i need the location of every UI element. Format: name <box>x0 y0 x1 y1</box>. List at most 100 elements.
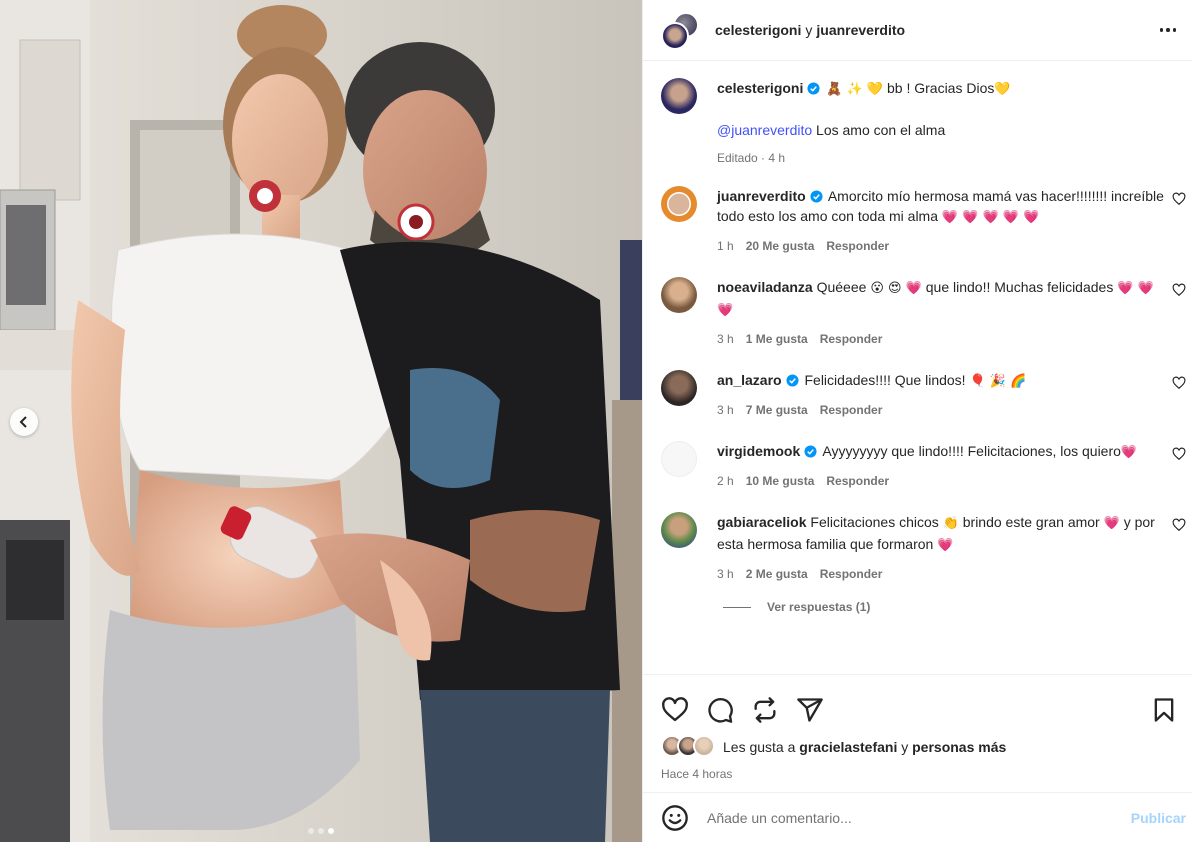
add-comment-bar: Publicar <box>643 792 1192 842</box>
comment-emojis: 💗 <box>1120 445 1138 460</box>
view-replies-button[interactable]: Ver respuestas (1) <box>723 600 1192 614</box>
comment-time[interactable]: 3 h <box>717 566 734 582</box>
caption-username[interactable]: celesterigoni <box>717 80 803 96</box>
share-icon[interactable] <box>796 696 824 724</box>
comment-likes[interactable]: 20 Me gusta <box>746 238 815 254</box>
comment: juanreverdito Amorcito mío hermosa mamá … <box>643 186 1192 254</box>
verified-icon <box>786 374 799 387</box>
carousel-prev-button[interactable] <box>10 408 38 436</box>
likes-summary: Les gusta a gracielastefani y personas m… <box>643 735 1192 759</box>
comment-time[interactable]: 3 h <box>717 402 734 418</box>
avatar[interactable] <box>661 277 697 313</box>
heart-icon[interactable] <box>1172 447 1186 461</box>
publish-button[interactable]: Publicar <box>1131 810 1186 826</box>
reply-button[interactable]: Responder <box>820 566 883 582</box>
carousel-dot-active <box>328 828 334 834</box>
avatar <box>661 22 689 50</box>
comment-time[interactable]: 3 h <box>717 331 734 347</box>
carousel-dot <box>318 828 324 834</box>
more-icon[interactable] <box>1159 28 1176 32</box>
comment-icon[interactable] <box>706 696 734 724</box>
comment: gabiaraceliok Felicitaciones chicos 👏 br… <box>643 512 1192 582</box>
caption-emoji: 💛 <box>994 82 1011 97</box>
caption-edited: Editado · 4 h <box>717 151 786 165</box>
comment-likes[interactable]: 1 Me gusta <box>746 331 808 347</box>
heart-icon[interactable] <box>1172 192 1186 206</box>
comment-time[interactable]: 1 h <box>717 238 734 254</box>
comment-emojis: 💗 💗 💗 💗 💗 <box>941 210 1040 225</box>
comment-emojis: 😮 😍 💗 <box>870 281 922 296</box>
comment-username[interactable]: noeaviladanza <box>717 279 813 295</box>
comment: noeaviladanza Quéeee 😮 😍 💗 que lindo!! M… <box>643 277 1192 347</box>
post-time[interactable]: Hace 4 horas <box>643 759 1192 781</box>
comment: virgidemook Ayyyyyyyy que lindo!!!! Feli… <box>643 441 1192 489</box>
author-conjunction: y <box>805 22 813 38</box>
heart-icon[interactable] <box>1172 376 1186 390</box>
reply-button[interactable]: Responder <box>820 402 883 418</box>
comment-username[interactable]: juanreverdito <box>717 188 806 204</box>
comment-username[interactable]: gabiaraceliok <box>717 514 807 530</box>
post-media <box>0 0 642 842</box>
comment-emojis: 💗 <box>937 538 954 553</box>
avatar <box>693 735 715 757</box>
comment-emojis: 👏 <box>942 516 959 531</box>
avatar[interactable] <box>661 512 697 548</box>
comment-text: Ayyyyyyyy que lindo!!!! Felicitaciones, … <box>822 443 1121 459</box>
comment-text: que lindo!! Muchas felicidades <box>925 279 1114 295</box>
avatar[interactable] <box>661 441 697 477</box>
replies-divider <box>723 606 751 608</box>
caption-text: bb ! Gracias Dios <box>886 80 995 96</box>
comment-username[interactable]: virgidemook <box>717 443 800 459</box>
comment-emojis: 🎈 🎉 🌈 <box>969 374 1027 389</box>
heart-icon[interactable] <box>1172 518 1186 532</box>
verified-icon <box>804 445 817 458</box>
comment-input[interactable] <box>707 809 1131 826</box>
collab-authors: celesterigoni y juanreverdito <box>715 22 905 38</box>
reply-button[interactable]: Responder <box>826 473 889 489</box>
comment-text: Quéeee <box>816 279 867 295</box>
carousel-indicator <box>308 828 334 834</box>
carousel-dot <box>308 828 314 834</box>
post-caption: celesterigoni 🧸 ✨ 💛 bb ! Gracias Dios💛 @… <box>643 78 1192 166</box>
bookmark-icon[interactable] <box>1150 696 1178 724</box>
heart-icon[interactable] <box>1172 283 1186 297</box>
caption-mention[interactable]: @juanreverdito <box>717 122 812 138</box>
reply-button[interactable]: Responder <box>826 238 889 254</box>
repost-icon[interactable] <box>751 696 779 724</box>
view-replies-label: Ver respuestas (1) <box>767 600 871 614</box>
author-link[interactable]: juanreverdito <box>816 22 905 38</box>
post-actions: Les gusta a gracielastefani y personas m… <box>643 674 1192 792</box>
smiley-icon[interactable] <box>661 804 689 832</box>
post-photo <box>0 0 642 842</box>
comment: an_lazaro Felicidades!!!! Que lindos! 🎈 … <box>643 370 1192 418</box>
comment-likes[interactable]: 2 Me gusta <box>746 566 808 582</box>
comment-time[interactable]: 2 h <box>717 473 734 489</box>
comment-likes[interactable]: 10 Me gusta <box>746 473 815 489</box>
comment-text: Felicitaciones chicos <box>810 514 939 530</box>
avatar[interactable] <box>661 78 697 114</box>
avatar[interactable] <box>661 370 697 406</box>
caption-line: Los amo con el alma <box>816 122 946 138</box>
avatar[interactable] <box>661 186 697 222</box>
likes-prefix: Les gusta a <box>723 739 796 755</box>
collab-avatars[interactable] <box>661 12 701 50</box>
others-likes-link[interactable]: personas más <box>912 739 1006 755</box>
comment-emojis: 💗 <box>1103 516 1120 531</box>
post-side-panel: celesterigoni y juanreverdito celesterigon… <box>642 0 1192 842</box>
chevron-left-icon <box>19 416 27 428</box>
reply-button[interactable]: Responder <box>820 331 883 347</box>
post-dialog: celesterigoni y juanreverdito celesterigon… <box>0 0 1192 842</box>
liker-username[interactable]: gracielastefani <box>799 739 897 755</box>
comment-text: brindo este gran amor <box>962 514 1100 530</box>
caption-emojis: 🧸 ✨ 💛 <box>826 82 884 97</box>
post-header: celesterigoni y juanreverdito <box>643 0 1192 61</box>
verified-icon <box>810 190 823 203</box>
comment-likes[interactable]: 7 Me gusta <box>746 402 808 418</box>
heart-icon[interactable] <box>661 696 689 724</box>
author-link[interactable]: celesterigoni <box>715 22 801 38</box>
comments-list[interactable]: celesterigoni 🧸 ✨ 💛 bb ! Gracias Dios💛 @… <box>643 62 1192 674</box>
comment-username[interactable]: an_lazaro <box>717 372 782 388</box>
liker-avatars <box>661 735 719 759</box>
verified-icon <box>807 82 820 95</box>
comment-text: Felicidades!!!! Que lindos! <box>804 372 966 388</box>
